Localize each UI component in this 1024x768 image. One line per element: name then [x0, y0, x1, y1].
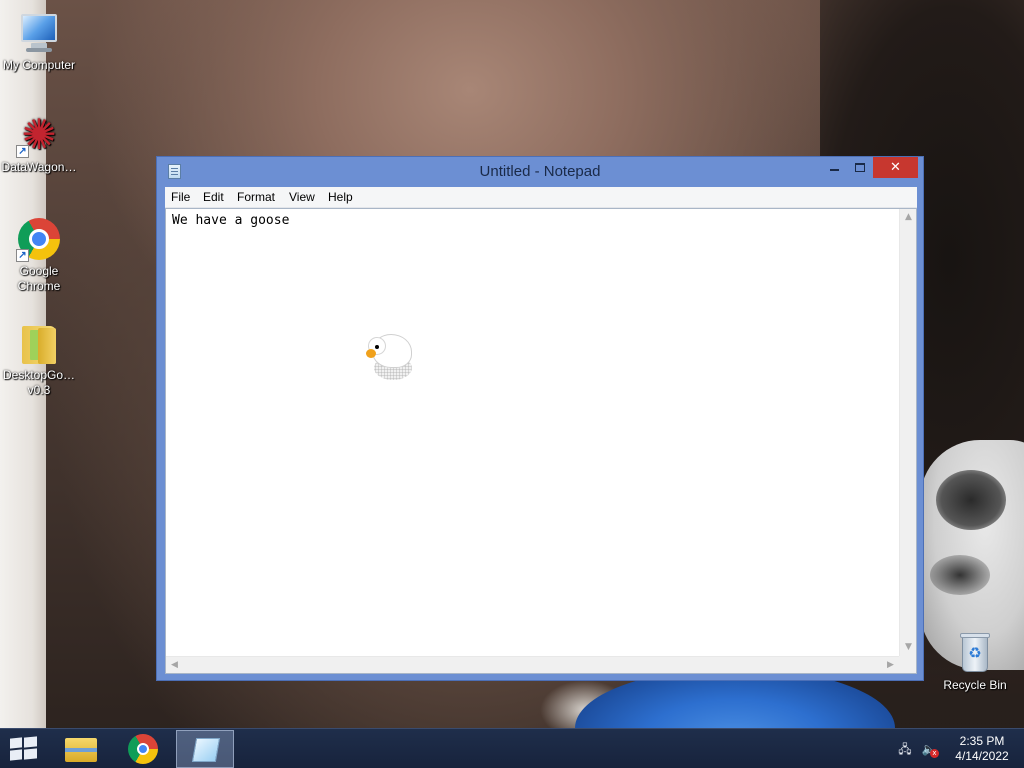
- desktop-goose: [366, 334, 416, 386]
- desktop-icon-desktopgoose-folder[interactable]: DesktopGo… v0.3: [0, 320, 78, 398]
- minimize-icon: [829, 168, 839, 171]
- windows-logo-icon: [10, 737, 22, 749]
- scroll-right-arrow-icon[interactable]: ▶: [882, 657, 899, 674]
- window-title: Untitled - Notepad: [479, 163, 601, 180]
- vertical-scrollbar[interactable]: ▲ ▼: [899, 209, 916, 656]
- goose-eye: [375, 345, 379, 349]
- window-titlebar[interactable]: Untitled - Notepad ✕: [157, 157, 923, 187]
- desktop-icon-label: Recycle Bin: [943, 678, 1007, 692]
- scroll-down-arrow-icon[interactable]: ▼: [900, 639, 917, 656]
- close-button[interactable]: ✕: [873, 157, 918, 178]
- menu-file[interactable]: File: [165, 187, 196, 207]
- shortcut-arrow-icon: ↗: [16, 145, 29, 158]
- document-text[interactable]: We have a goose: [172, 213, 892, 229]
- horizontal-scrollbar[interactable]: ◀ ▶: [166, 656, 899, 673]
- notepad-window[interactable]: Untitled - Notepad ✕ File Edit Format Vi…: [156, 156, 924, 681]
- recycle-bin-icon: ♻: [952, 630, 998, 676]
- notepad-icon: [191, 738, 221, 762]
- desktop-icon-recycle-bin[interactable]: ♻ Recycle Bin: [936, 630, 1014, 693]
- desktop-icon-google-chrome[interactable]: ↗ Google Chrome: [0, 216, 78, 294]
- chrome-icon: ↗: [16, 216, 62, 262]
- menu-edit[interactable]: Edit: [197, 187, 230, 207]
- shortcut-arrow-icon: ↗: [16, 249, 29, 262]
- maximize-icon: [855, 163, 865, 172]
- network-icon[interactable]: 🖧: [897, 741, 913, 757]
- menu-help[interactable]: Help: [322, 187, 359, 207]
- taskbar-file-explorer[interactable]: [52, 730, 110, 768]
- datawagon-icon: ✺ ↗: [16, 112, 62, 158]
- taskbar-google-chrome[interactable]: [114, 730, 172, 768]
- text-editor-area[interactable]: We have a goose ▲ ▼ ◀ ▶: [165, 208, 917, 674]
- minimize-button[interactable]: [821, 157, 847, 178]
- desktop-icon-my-computer[interactable]: My Computer: [0, 10, 78, 73]
- resize-grip[interactable]: [899, 656, 916, 673]
- desktop-icon-label: Google Chrome: [17, 264, 61, 293]
- taskbar-notepad[interactable]: [176, 730, 234, 768]
- maximize-button[interactable]: [847, 157, 873, 178]
- desktop-icon-label: My Computer: [2, 58, 76, 72]
- desktop-icon-datawagon[interactable]: ✺ ↗ DataWagon…: [0, 112, 78, 175]
- desktop-icon-label: DesktopGo… v0.3: [3, 368, 76, 397]
- system-clock[interactable]: 2:35 PM 4/14/2022: [950, 734, 1014, 764]
- clock-date: 4/14/2022: [955, 749, 1009, 763]
- menu-bar: File Edit Format View Help: [165, 187, 917, 208]
- menu-view[interactable]: View: [283, 187, 321, 207]
- goose-beak: [366, 349, 376, 358]
- taskbar: 🖧 🔈 x 2:35 PM 4/14/2022: [0, 728, 1024, 768]
- menu-format[interactable]: Format: [231, 187, 281, 207]
- clock-time: 2:35 PM: [959, 734, 1005, 748]
- desktop-icon-label: DataWagon…: [1, 160, 77, 174]
- folder-icon: [65, 738, 97, 762]
- computer-icon: [16, 10, 62, 56]
- start-button[interactable]: [8, 736, 40, 761]
- scroll-up-arrow-icon[interactable]: ▲: [900, 209, 917, 226]
- volume-muted-icon[interactable]: 🔈 x: [921, 741, 939, 758]
- folder-icon: [16, 320, 62, 366]
- scroll-left-arrow-icon[interactable]: ◀: [166, 657, 183, 674]
